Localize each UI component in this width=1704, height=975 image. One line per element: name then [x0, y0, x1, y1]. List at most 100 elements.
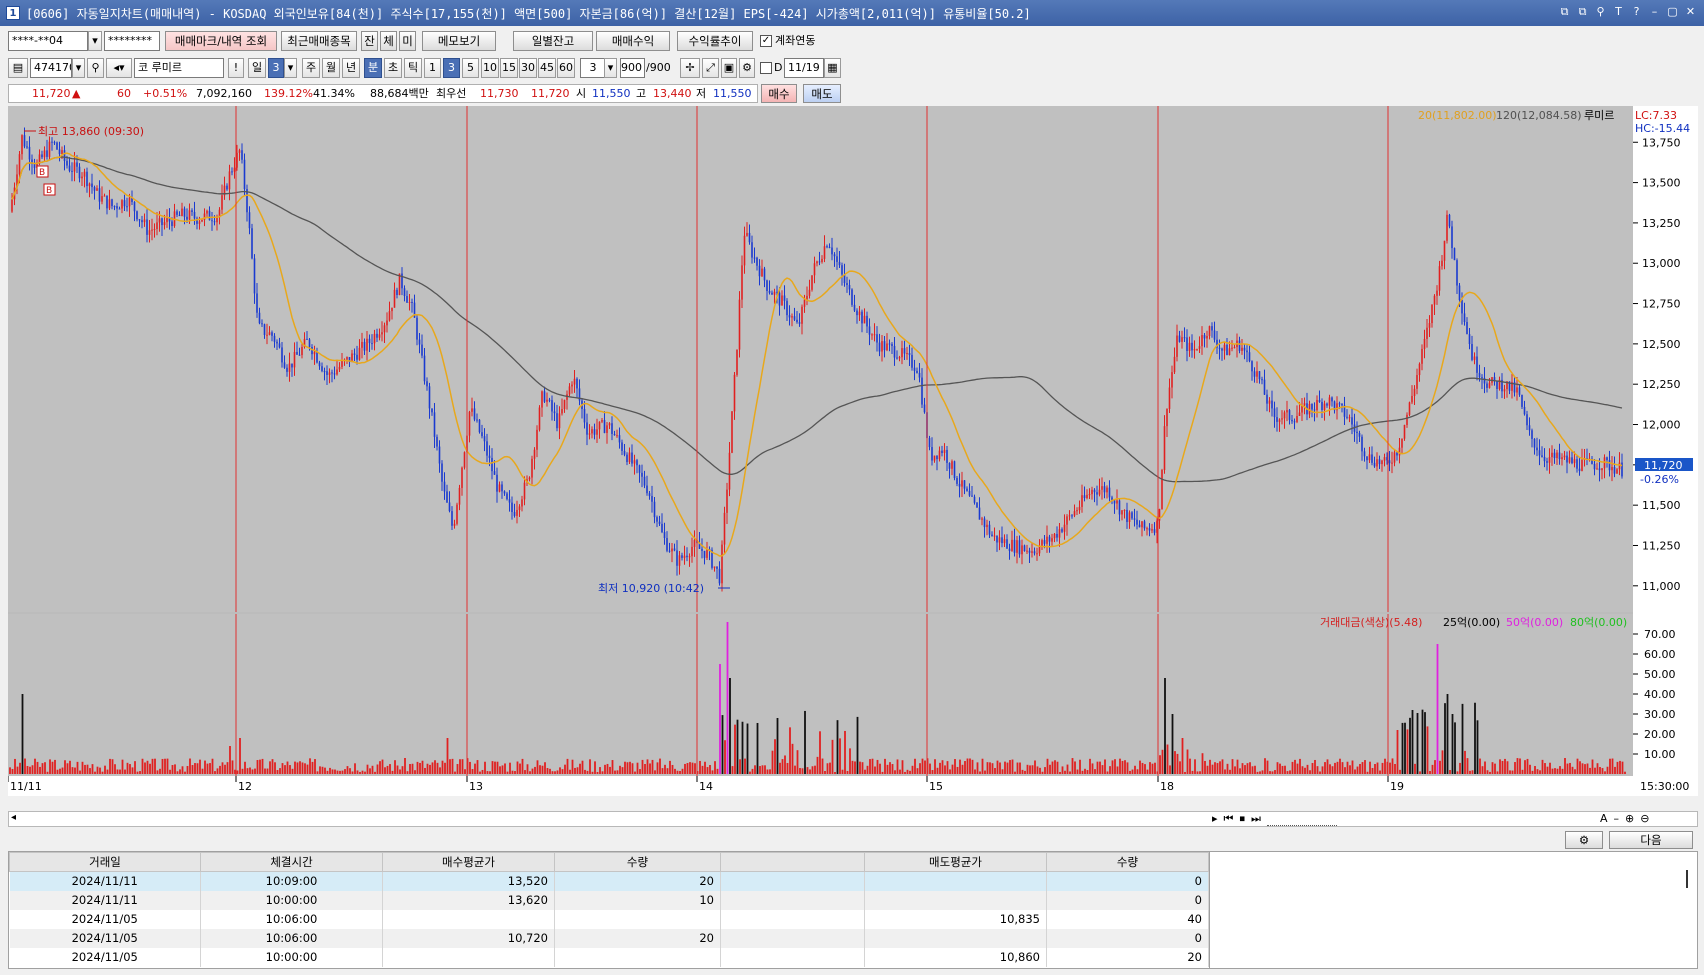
minimize-icon[interactable]: –	[1647, 4, 1662, 19]
ma120-legend[interactable]: 120(12,084.58)	[1496, 109, 1582, 122]
buy-button[interactable]: 매수	[761, 84, 797, 103]
crosshair-icon[interactable]: ✢	[680, 58, 700, 78]
help-icon[interactable]: ?	[1629, 4, 1644, 19]
trade-profit-button[interactable]: 매매수익	[596, 31, 670, 51]
table-row[interactable]: 2024/11/05 10:06:00 10,835 40	[9, 909, 1209, 929]
period-month[interactable]: 월	[322, 58, 340, 78]
volume-bar	[909, 770, 911, 774]
calendar-icon[interactable]: ▦	[824, 58, 841, 78]
maximize-icon[interactable]: ▢	[1665, 4, 1680, 19]
interval-15[interactable]: 15	[500, 58, 518, 78]
table-scroll-thumb[interactable]	[1686, 870, 1688, 888]
col-sell-qty[interactable]: 수량	[1046, 852, 1209, 872]
col-buy-qty[interactable]: 수량	[554, 852, 721, 872]
zoom-in-icon[interactable]: ⊕	[1625, 812, 1634, 825]
volume-bar	[1159, 755, 1161, 774]
text-tool-icon[interactable]: A	[1600, 812, 1608, 825]
account-dropdown-icon[interactable]: ▾	[88, 31, 102, 51]
trade-mark-query-button[interactable]: 매매마크/내역 조회	[165, 31, 277, 51]
memo-view-button[interactable]: 메모보기	[422, 31, 496, 51]
period-day-count[interactable]: 3	[268, 58, 284, 78]
chart-area[interactable]: 13,750 13,500 13,250 13,000 12,750 12,500 12,2…	[7, 106, 1698, 796]
period-minute[interactable]: 분	[364, 58, 382, 78]
interval-3[interactable]: 3	[443, 58, 460, 78]
vol-legend-25[interactable]: 25억(0.00)	[1443, 616, 1500, 629]
stock-legend[interactable]: 루미르	[1584, 109, 1614, 122]
layout-icon[interactable]: ▤	[8, 58, 28, 78]
count-field[interactable]: 900	[620, 58, 645, 78]
period-week[interactable]: 주	[302, 58, 320, 78]
interval-30[interactable]: 30	[519, 58, 537, 78]
interval-custom-field[interactable]: 3	[580, 58, 606, 78]
period-day[interactable]: 일	[248, 58, 266, 78]
col-trade-date[interactable]: 거래일	[9, 852, 201, 872]
volume-bar	[1504, 758, 1506, 774]
table-row[interactable]: 2024/11/05 10:06:00 10,720 20 0	[9, 928, 1209, 948]
first-icon[interactable]: ⏮	[1224, 812, 1234, 826]
volume-bar	[1164, 678, 1166, 774]
interval-dropdown-icon[interactable]: ▾	[604, 58, 617, 78]
vol-legend-80[interactable]: 80억(0.00)	[1570, 616, 1627, 629]
account-link-checkbox[interactable]: ✓	[760, 35, 772, 47]
period-tick[interactable]: 틱	[404, 58, 422, 78]
account-field[interactable]: ****-**04	[8, 31, 88, 51]
volume-bar	[286, 761, 289, 774]
search-icon[interactable]: ⚲	[87, 58, 104, 78]
stock-name-field[interactable]: 코 루미르	[134, 58, 224, 78]
interval-60[interactable]: 60	[557, 58, 575, 78]
stock-code-field[interactable]: 474170	[30, 58, 72, 78]
restore-icon[interactable]: ⧉	[1557, 4, 1572, 19]
volume-bar	[149, 763, 151, 774]
interval-10[interactable]: 10	[481, 58, 499, 78]
sound-icon[interactable]: ◂▾	[106, 58, 132, 78]
period-dropdown-icon[interactable]: ▾	[284, 58, 297, 78]
table-row[interactable]: 2024/11/11 10:09:00 13,520 20 0	[9, 871, 1209, 891]
col-exec-time[interactable]: 체결시간	[200, 852, 383, 872]
vol-legend-50[interactable]: 50억(0.00)	[1506, 616, 1563, 629]
speed-slider[interactable]	[1266, 812, 1337, 826]
zoom-icon[interactable]: ⤢	[702, 58, 719, 78]
recent-trade-button[interactable]: 최근매매종목	[281, 31, 357, 51]
next-button[interactable]: 다음	[1609, 831, 1693, 849]
profit-trend-button[interactable]: 수익률추이	[677, 31, 753, 51]
password-field[interactable]: ********	[104, 31, 160, 51]
period-year[interactable]: 년	[342, 58, 360, 78]
play-icon[interactable]: ▸	[1212, 812, 1218, 826]
code-dropdown-icon[interactable]: ▾	[72, 58, 85, 78]
vol-legend-amount[interactable]: 거래대금(색상)(5.48)	[1320, 616, 1422, 629]
chart-scrollbar[interactable]: ◂	[8, 811, 1698, 827]
scroll-left-icon[interactable]: ◂	[11, 812, 16, 823]
price-chart-svg[interactable]: 13,750 13,500 13,250 13,000 12,750 12,500 12,2…	[7, 106, 1698, 796]
zoom-out-icon[interactable]: –	[1614, 812, 1620, 825]
interval-45[interactable]: 45	[538, 58, 556, 78]
save-icon[interactable]: ▣	[721, 58, 737, 78]
gear-icon[interactable]: ⚙	[739, 58, 755, 78]
candle-body	[1391, 462, 1393, 464]
daily-balance-button[interactable]: 일별잔고	[513, 31, 593, 51]
interval-5[interactable]: 5	[462, 58, 479, 78]
last-icon[interactable]: ⏭	[1251, 812, 1261, 826]
ma20-legend[interactable]: 20(11,802.00)	[1418, 109, 1497, 122]
executed-button[interactable]: 체	[380, 31, 397, 51]
stop-icon[interactable]: ⏹	[1239, 812, 1245, 826]
copy-icon[interactable]: ⧉	[1575, 4, 1590, 19]
alert-button[interactable]: !	[228, 58, 244, 78]
table-row[interactable]: 2024/11/11 10:00:00 13,620 10 0	[9, 890, 1209, 910]
interval-1[interactable]: 1	[424, 58, 441, 78]
close-icon[interactable]: ✕	[1683, 4, 1698, 19]
date-checkbox[interactable]	[760, 62, 772, 74]
font-icon[interactable]: T	[1611, 4, 1626, 19]
zoom-reset-icon[interactable]: ⊖	[1640, 812, 1649, 825]
balance-button[interactable]: 잔	[361, 31, 378, 51]
table-row[interactable]: 2024/11/05 10:00:00 10,860 20	[9, 947, 1209, 967]
col-sell-avg[interactable]: 매도평균가	[864, 852, 1047, 872]
col-buy-avg[interactable]: 매수평균가	[382, 852, 555, 872]
window-number-icon[interactable]: 1	[6, 6, 20, 20]
period-second[interactable]: 초	[384, 58, 402, 78]
date-field[interactable]: 11/19	[784, 58, 824, 78]
volume-bar	[1034, 760, 1036, 774]
sell-button[interactable]: 매도	[803, 84, 841, 103]
pin-icon[interactable]: ⚲	[1593, 4, 1608, 19]
settings-button[interactable]: ⚙	[1565, 831, 1603, 849]
unexecuted-button[interactable]: 미	[399, 31, 416, 51]
